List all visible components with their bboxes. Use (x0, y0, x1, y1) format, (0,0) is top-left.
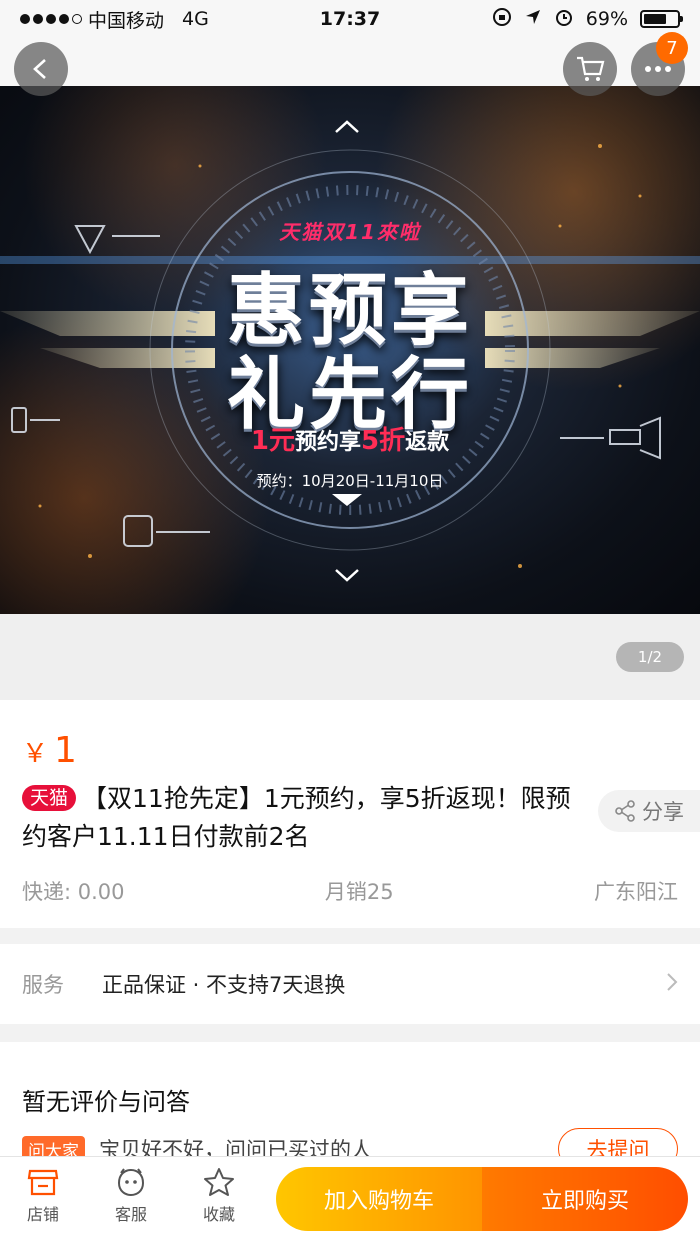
customer-service-tab[interactable]: 客服 (96, 1167, 166, 1225)
shipping-fee: 快递: 0.00 (22, 880, 125, 904)
chat-face-icon (117, 1168, 145, 1197)
image-pager: 1/2 (616, 642, 684, 672)
store-label: 店铺 (26, 1205, 59, 1224)
signal-strength-icon (20, 14, 82, 24)
status-bar: 中国移动 4G 17:37 69% (0, 0, 700, 38)
rotation-lock-icon (492, 7, 512, 32)
banner-subtitle: 1元预约享5折返款 (0, 420, 700, 457)
store-icon (27, 1169, 59, 1196)
banner-date: 预约：10月20日-11月10日 (256, 472, 444, 490)
banner-amount: 1元 (250, 426, 295, 456)
chevron-right-icon (666, 970, 678, 998)
banner-tag: 天猫双11來啦 (279, 220, 421, 244)
price-value: 1 (54, 730, 77, 771)
battery-icon (640, 10, 683, 28)
carrier-name: 中国移动 (88, 9, 165, 32)
tmall-badge: 天猫 (22, 785, 77, 811)
chevron-left-icon (33, 59, 46, 79)
favorite-tab[interactable]: 收藏 (184, 1167, 254, 1225)
banner-sub-end: 返款 (405, 430, 450, 455)
monthly-sales: 月销25 (324, 880, 394, 904)
product-meta: 快递: 0.00 月销25 广东阳江 (22, 876, 678, 906)
favorite-label: 收藏 (202, 1205, 235, 1224)
reviews-section: 暂无评价与问答 问大家 宝贝好不好，问问已买过的人 去提问 (0, 1042, 700, 1172)
product-title: 天猫 【双11抢先定】1元预约，享5折返现！限预约客户11.11日付款前2名 (22, 780, 582, 856)
share-button[interactable]: 分享 (598, 790, 700, 832)
ship-location: 广东阳江 (594, 880, 678, 904)
gallery-footer: 1/2 (0, 614, 700, 700)
service-row[interactable]: 服务 正品保证 · 不支持7天退换 (0, 944, 700, 1024)
bottom-action-bar: 店铺 客服 收藏 加入购物车 立即购买 (0, 1156, 700, 1244)
banner-discount: 5折 (361, 426, 406, 456)
add-to-cart-button[interactable]: 加入购物车 (276, 1167, 482, 1231)
cart-button[interactable] (563, 42, 617, 96)
notification-badge: 7 (656, 32, 688, 64)
product-banner[interactable]: 天猫双11來啦 惠预享 礼先行 1元预约享5折返款 预约：10月20日-11月1… (0, 86, 700, 614)
back-button[interactable] (14, 42, 68, 96)
reviews-heading: 暂无评价与问答 (22, 1088, 190, 1116)
network-type: 4G (182, 8, 209, 30)
battery-level-fill (644, 14, 667, 24)
share-label: 分享 (642, 800, 684, 824)
buy-now-button[interactable]: 立即购买 (482, 1167, 688, 1231)
store-tab[interactable]: 店铺 (8, 1167, 78, 1225)
product-info: ￥ 1 天猫 【双11抢先定】1元预约，享5折返现！限预约客户11.11日付款前2名… (0, 700, 700, 928)
share-icon (615, 800, 635, 822)
star-icon (204, 1168, 234, 1196)
battery-percent: 69% (585, 8, 628, 30)
price: ￥ 1 (22, 730, 77, 771)
currency-symbol: ￥ (22, 739, 49, 769)
location-arrow-icon (524, 8, 542, 31)
cart-icon (577, 56, 605, 81)
alarm-icon (554, 7, 574, 32)
customer-service-label: 客服 (114, 1205, 147, 1224)
more-dots-icon (645, 66, 671, 72)
service-value: 正品保证 · 不支持7天退换 (102, 973, 346, 997)
banner-sub-middle: 预约享 (294, 430, 361, 455)
clock: 17:37 (319, 8, 381, 30)
product-title-text: 【双11抢先定】1元预约，享5折返现！限预约客户11.11日付款前2名 (22, 784, 571, 851)
service-label: 服务 (22, 973, 64, 997)
